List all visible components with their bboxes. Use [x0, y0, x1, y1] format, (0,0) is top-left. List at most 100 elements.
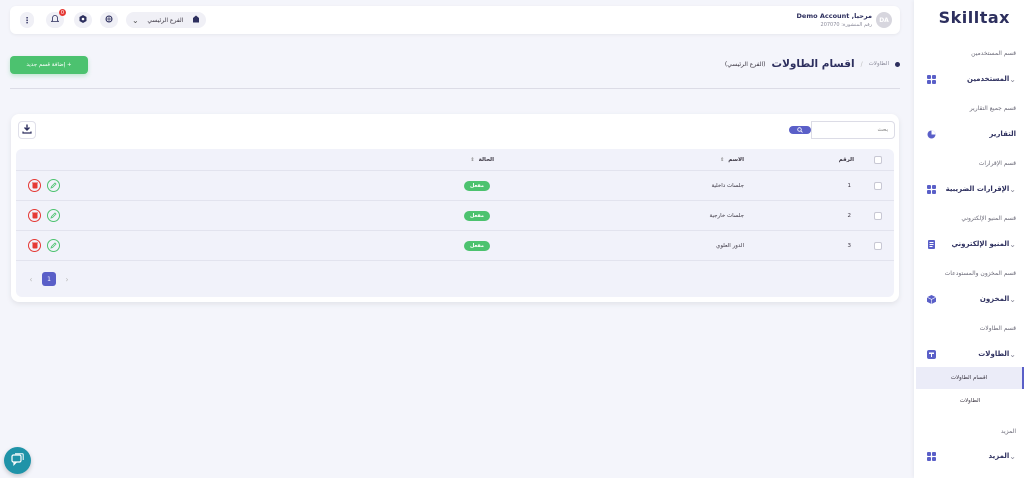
avatar[interactable]: DA	[876, 12, 892, 28]
chevron-down-icon: ⌄	[132, 15, 139, 25]
document-icon	[926, 239, 936, 249]
more-options-button[interactable]: ⋮	[20, 12, 34, 28]
sidebar-item-label: المخزون	[979, 295, 1010, 303]
cell-name: جلسات خارجية	[709, 212, 744, 219]
status-badge: مفعل	[464, 180, 490, 191]
row-checkbox[interactable]	[874, 181, 882, 190]
search-icon	[797, 126, 803, 135]
sidebar-section-reports: قسم جميع التقارير	[969, 105, 1016, 112]
column-header-label: الاسم	[728, 156, 744, 163]
column-header-status[interactable]: الحالة ⇕	[434, 149, 494, 170]
page-title: اقسام الطاولات	[771, 58, 855, 70]
cell-number: 3	[847, 242, 852, 249]
kebab-icon: ⋮	[23, 15, 31, 25]
breadcrumb-link-tables[interactable]: الطاولات	[869, 61, 889, 67]
box-icon	[926, 294, 936, 304]
status-badge: مفعل	[464, 240, 490, 251]
cell-name: جلسات داخلية	[711, 182, 744, 189]
store-icon	[192, 15, 200, 25]
sidebar: Skilltax قسم المستخدمين المستخدمين ⌄ قسم…	[914, 0, 1024, 478]
grid-icon	[926, 451, 936, 461]
table-row: 3 الدور العلوي مفعل	[16, 231, 894, 261]
row-checkbox[interactable]	[874, 241, 882, 250]
notifications-button[interactable]: 0	[46, 9, 66, 28]
sidebar-item-label: المزيد	[988, 452, 1010, 460]
table-row: 1 جلسات داخلية مفعل	[16, 171, 894, 201]
sidebar-item-tax[interactable]: الإقرارات الضريبية ⌄	[914, 180, 1024, 198]
pagination: ‹ 1 ›	[26, 272, 72, 286]
sidebar-subitem-tables[interactable]: الطاولات	[916, 390, 1024, 412]
notification-badge: 0	[59, 9, 66, 16]
app-logo: Skilltax	[938, 8, 1010, 27]
language-button[interactable]	[100, 12, 118, 28]
status-badge: مفعل	[464, 210, 490, 221]
table-row: 2 جلسات خارجية مفعل	[16, 201, 894, 231]
sidebar-section-menu: قسم المنيو الإلكتروني	[961, 215, 1016, 222]
download-button[interactable]	[18, 121, 36, 139]
sidebar-section-tax: قسم الإقرارات	[978, 160, 1016, 167]
row-checkbox[interactable]	[874, 211, 882, 220]
chevron-down-icon: ⌄	[1009, 239, 1016, 249]
edit-button[interactable]	[47, 209, 60, 222]
search-input[interactable]	[811, 121, 895, 139]
page-number-button[interactable]: 1	[42, 272, 56, 286]
table-icon	[926, 349, 936, 359]
settings-button[interactable]	[74, 12, 92, 28]
grid-icon	[926, 74, 936, 84]
sidebar-item-inventory[interactable]: المخزون ⌄	[914, 290, 1024, 308]
pie-chart-icon	[926, 129, 936, 139]
page-subtitle: (الفرع الرئيسي)	[724, 60, 766, 68]
sidebar-item-label: الإقرارات الضريبية	[945, 185, 1010, 193]
sort-icon: ⇕	[720, 156, 725, 163]
table-header-row: الرقم الاسم ⇕ الحالة ⇕	[16, 149, 894, 171]
sidebar-section-inventory: قسم المخزون والمستودعات	[944, 270, 1016, 277]
sidebar-item-menu[interactable]: المنيو الإلكتروني ⌄	[914, 235, 1024, 253]
next-page-button[interactable]: ›	[62, 275, 72, 284]
delete-button[interactable]	[28, 179, 41, 192]
edit-button[interactable]	[47, 239, 60, 252]
sidebar-item-label: الطاولات	[978, 350, 1010, 358]
chevron-down-icon: ⌄	[1009, 349, 1016, 359]
sidebar-item-more[interactable]: المزيد ⌄	[914, 447, 1024, 465]
delete-button[interactable]	[28, 209, 41, 222]
data-table: الرقم الاسم ⇕ الحالة ⇕ 1 جلسات داخلية مف…	[16, 149, 894, 297]
sidebar-item-label: المنيو الإلكتروني	[951, 240, 1010, 248]
sort-icon: ⇕	[470, 156, 475, 163]
cell-name: الدور العلوي	[716, 242, 744, 249]
sidebar-item-label: التقارير	[989, 130, 1016, 138]
chat-icon	[11, 453, 24, 468]
dot-icon	[895, 61, 900, 67]
company-number: رقم المنشورة: 207070	[820, 22, 872, 28]
greeting-text: مرحبا, Demo Account	[796, 12, 872, 20]
column-header-number[interactable]: الرقم	[839, 149, 854, 170]
delete-button[interactable]	[28, 239, 41, 252]
breadcrumb-separator: /	[860, 60, 863, 68]
sidebar-item-reports[interactable]: التقارير	[914, 125, 1024, 143]
chat-button[interactable]	[4, 447, 31, 474]
select-all-checkbox[interactable]	[874, 155, 882, 164]
column-header-label: الحالة	[478, 156, 494, 163]
branch-selector[interactable]: الفرع الرئيسي ⌄	[126, 12, 206, 28]
sidebar-section-more: المزيد	[1000, 428, 1016, 435]
tables-sections-card: الرقم الاسم ⇕ الحالة ⇕ 1 جلسات داخلية مف…	[11, 114, 899, 302]
chevron-down-icon: ⌄	[1009, 184, 1016, 194]
chevron-down-icon: ⌄	[1009, 451, 1016, 461]
cell-number: 1	[847, 182, 852, 189]
column-header-name[interactable]: الاسم ⇕	[684, 149, 744, 170]
chevron-down-icon: ⌄	[1009, 294, 1016, 304]
search-button[interactable]	[789, 126, 811, 134]
sidebar-item-label: المستخدمين	[967, 75, 1010, 83]
divider	[10, 88, 900, 89]
search-box	[787, 121, 895, 139]
add-section-button[interactable]: + إضافة قسم جديد	[10, 56, 88, 74]
sidebar-subitem-tables-sections[interactable]: اقسام الطاولات	[916, 367, 1024, 389]
breadcrumb: الطاولات / اقسام الطاولات (الفرع الرئيسي…	[725, 58, 900, 70]
grid-icon	[926, 184, 936, 194]
sidebar-item-users[interactable]: المستخدمين ⌄	[914, 70, 1024, 88]
previous-page-button[interactable]: ‹	[26, 275, 36, 284]
gear-icon	[79, 15, 87, 25]
sidebar-item-tables[interactable]: الطاولات ⌄	[914, 345, 1024, 363]
chevron-down-icon: ⌄	[1009, 74, 1016, 84]
sidebar-section-users: قسم المستخدمين	[971, 50, 1016, 57]
edit-button[interactable]	[47, 179, 60, 192]
